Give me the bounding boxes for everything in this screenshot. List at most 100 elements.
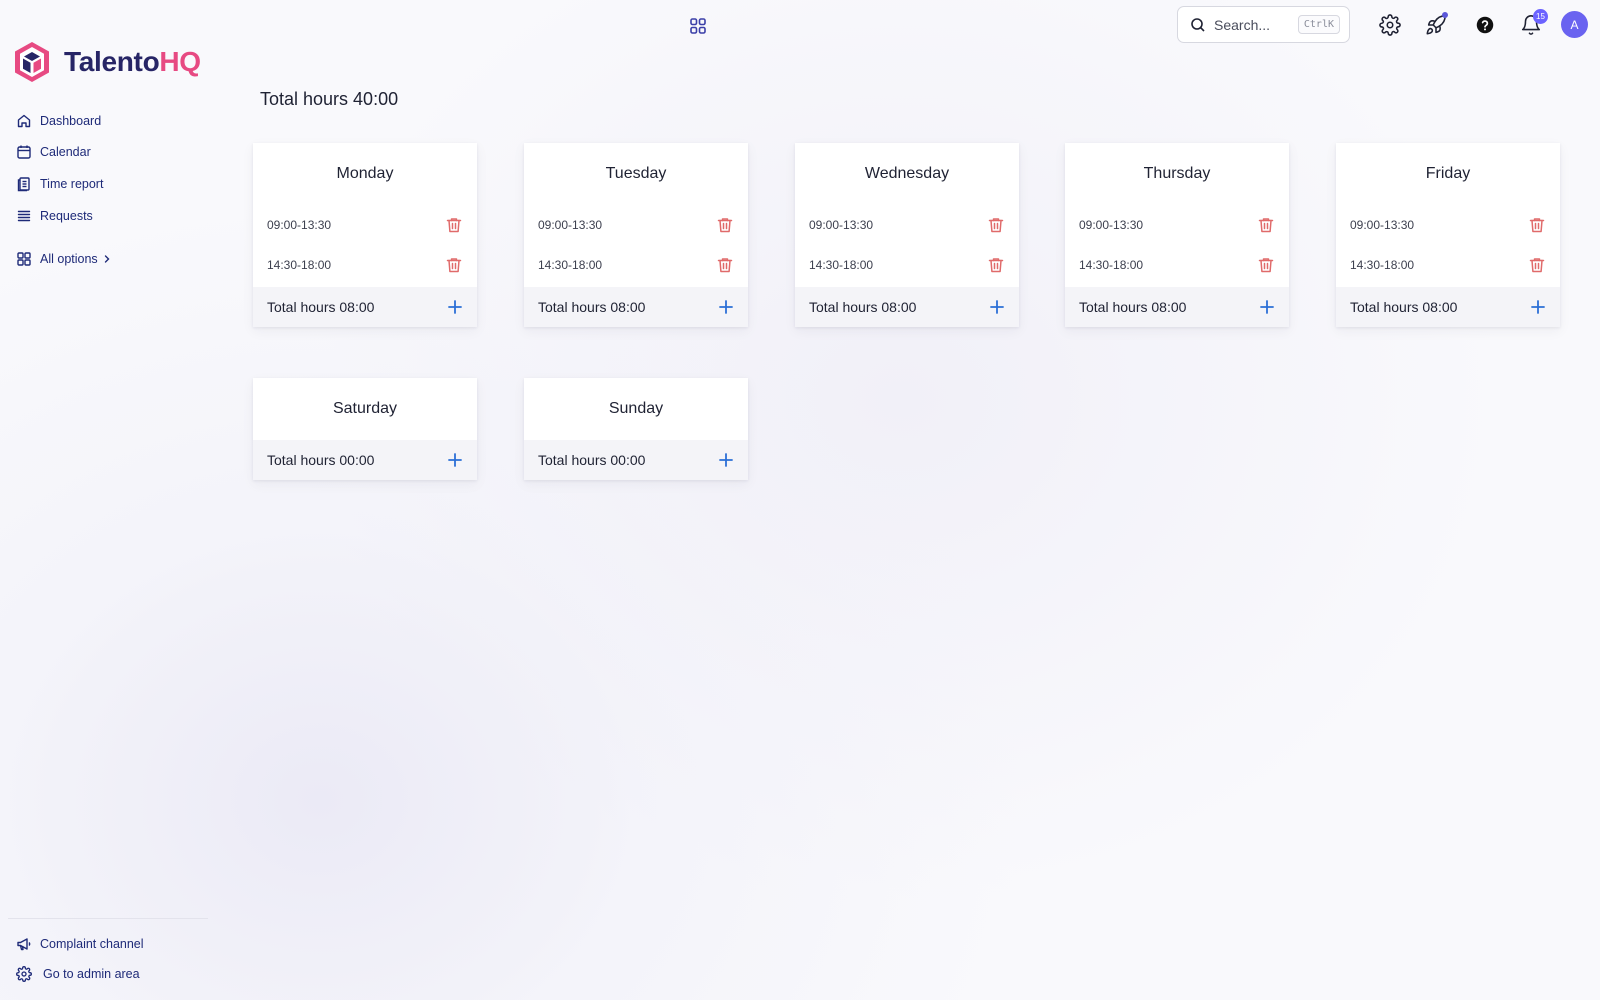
day-card-wednesday: Wednesday 09:00-13:30 14:30-18:00 Total hou…: [795, 143, 1019, 327]
day-total-row: Total hours 08:00: [1065, 287, 1289, 327]
chevron-right-icon: [104, 255, 110, 263]
day-total-hours: Total hours 08:00: [1079, 299, 1187, 315]
day-total-hours: Total hours 00:00: [538, 452, 646, 468]
gear-icon: [16, 966, 32, 982]
day-total-hours: Total hours 08:00: [809, 299, 917, 315]
sidebar-item-requests[interactable]: Requests: [16, 206, 93, 226]
calendar-icon: [17, 145, 31, 159]
sidebar-item-complaint-channel[interactable]: Complaint channel: [16, 934, 144, 954]
day-total-hours: Total hours 08:00: [1350, 299, 1458, 315]
trash-icon[interactable]: [445, 256, 463, 274]
sidebar-item-label: Calendar: [40, 145, 91, 159]
time-slot: 14:30-18:00: [795, 245, 1019, 285]
page-title: Total hours 40:00: [260, 89, 399, 109]
time-slot: 14:30-18:00: [253, 245, 477, 285]
time-slot-range: 14:30-18:00: [267, 258, 332, 272]
trash-icon[interactable]: [1528, 256, 1546, 274]
time-slot-range: 14:30-18:00: [809, 258, 874, 272]
sidebar-item-label: Time report: [40, 177, 104, 191]
day-title: Friday: [1425, 165, 1471, 182]
time-slot-range: 14:30-18:00: [1079, 258, 1144, 272]
day-title: Wednesday: [864, 165, 950, 182]
time-slot: 09:00-13:30: [524, 205, 748, 245]
time-slot-range: 14:30-18:00: [538, 258, 603, 272]
trash-icon[interactable]: [716, 216, 734, 234]
trash-icon[interactable]: [1257, 216, 1275, 234]
sidebar-item-admin-area[interactable]: Go to admin area: [16, 964, 140, 984]
day-total-row: Total hours 08:00: [524, 287, 748, 327]
trash-icon[interactable]: [445, 216, 463, 234]
gear-icon[interactable]: [1379, 14, 1401, 36]
day-total-row: Total hours 08:00: [1336, 287, 1560, 327]
add-icon[interactable]: [718, 452, 734, 468]
sidebar-nav: Dashboard: [16, 111, 101, 131]
sidebar-all-options[interactable]: All options: [16, 249, 112, 269]
day-card-friday: Friday 09:00-13:30 14:30-18:00 Total hours …: [1336, 143, 1560, 327]
time-slot-range: 09:00-13:30: [809, 218, 874, 232]
time-slot-range: 09:00-13:30: [267, 218, 332, 232]
day-total-hours: Total hours 08:00: [538, 299, 646, 315]
trash-icon[interactable]: [716, 256, 734, 274]
time-slot: 14:30-18:00: [1336, 245, 1560, 285]
apps-grid-icon: [17, 252, 31, 266]
time-slot: 09:00-13:30: [1065, 205, 1289, 245]
trash-icon[interactable]: [1528, 216, 1546, 234]
search-placeholder: Search...: [1214, 16, 1271, 33]
app-logo[interactable]: TalentoHQ: [12, 40, 201, 84]
day-card-tuesday: Tuesday 09:00-13:30 14:30-18:00 Total hours…: [524, 143, 748, 327]
add-icon[interactable]: [447, 452, 463, 468]
add-icon[interactable]: [718, 299, 734, 315]
add-icon[interactable]: [1530, 299, 1546, 315]
sidebar-divider: [8, 918, 208, 919]
sidebar-item-dashboard[interactable]: Dashboard: [16, 111, 101, 131]
apps-grid-icon[interactable]: [688, 16, 708, 36]
sidebar-item-label: Complaint channel: [40, 937, 144, 951]
day-total-row: Total hours 08:00: [795, 287, 1019, 327]
day-total-hours: Total hours 00:00: [267, 452, 375, 468]
time-slot: 14:30-18:00: [1065, 245, 1289, 285]
notification-badge: 15: [1533, 9, 1548, 24]
time-slot: 09:00-13:30: [1336, 205, 1560, 245]
day-total-row: Total hours 00:00: [524, 440, 748, 480]
sidebar-item-label: Go to admin area: [43, 967, 140, 981]
day-card-saturday: Saturday Total hours 00:00: [253, 378, 477, 480]
day-title: Saturday: [332, 400, 398, 417]
sidebar-item-label: Requests: [40, 209, 93, 223]
day-title: Tuesday: [605, 165, 667, 182]
trash-icon[interactable]: [1257, 256, 1275, 274]
day-card-monday: Monday 09:00-13:30 14:30-18:00 Total hours …: [253, 143, 477, 327]
day-total-row: Total hours 08:00: [253, 287, 477, 327]
user-avatar[interactable]: A: [1561, 11, 1588, 38]
time-slot: 14:30-18:00: [524, 245, 748, 285]
time-slot-range: 09:00-13:30: [538, 218, 603, 232]
search-shortcut: CtrlK: [1297, 15, 1340, 34]
trash-icon[interactable]: [987, 256, 1005, 274]
day-total-row: Total hours 00:00: [253, 440, 477, 480]
megaphone-icon: [17, 938, 31, 951]
day-title: Thursday: [1143, 165, 1211, 182]
day-title: Monday: [336, 165, 394, 182]
rocket-indicator-dot: [1442, 12, 1448, 18]
add-icon[interactable]: [447, 299, 463, 315]
app-name: TalentoHQ: [64, 46, 201, 77]
day-total-hours: Total hours 08:00: [267, 299, 375, 315]
all-options-label: All options: [40, 252, 98, 266]
home-icon: [17, 114, 31, 128]
add-icon[interactable]: [1259, 299, 1275, 315]
time-slot-range: 09:00-13:30: [1079, 218, 1144, 232]
sidebar-item-calendar[interactable]: Calendar: [16, 142, 91, 162]
search-icon: [1191, 17, 1205, 32]
search-input[interactable]: Search... CtrlK: [1177, 6, 1350, 43]
day-title: Sunday: [608, 400, 664, 417]
time-slot: 09:00-13:30: [253, 205, 477, 245]
list-icon: [17, 210, 31, 222]
time-slot-range: 09:00-13:30: [1350, 218, 1415, 232]
time-slot: 09:00-13:30: [795, 205, 1019, 245]
trash-icon[interactable]: [987, 216, 1005, 234]
add-icon[interactable]: [989, 299, 1005, 315]
sidebar-item-time-report[interactable]: Time report: [16, 174, 103, 194]
time-slot-range: 14:30-18:00: [1350, 258, 1415, 272]
logo-cube-icon: [15, 42, 49, 82]
help-icon[interactable]: [1474, 14, 1496, 36]
day-card-thursday: Thursday 09:00-13:30 14:30-18:00 Total hour…: [1065, 143, 1289, 327]
